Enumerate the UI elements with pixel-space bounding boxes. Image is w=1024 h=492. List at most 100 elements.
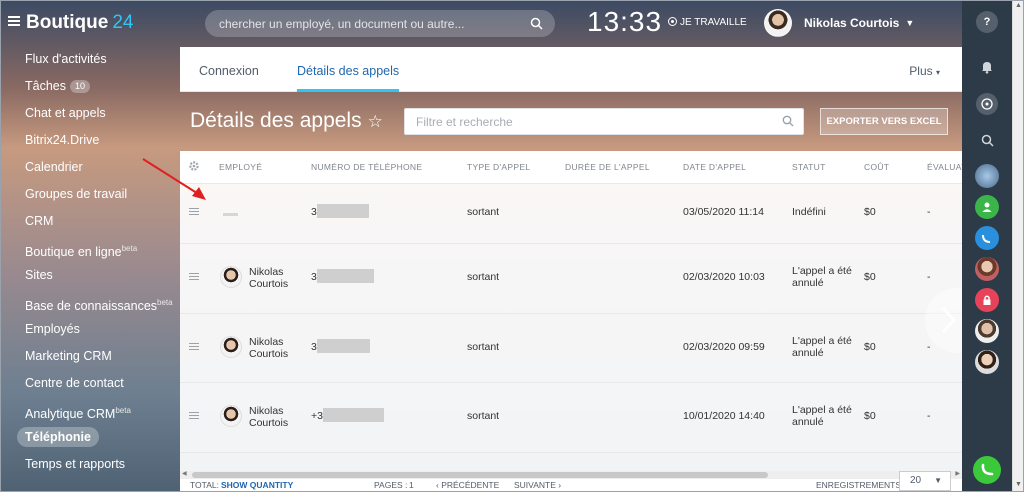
filter-search[interactable] — [404, 108, 804, 135]
drag-handle-icon[interactable] — [189, 343, 199, 352]
top-bar: Boutique24 13:33 JE TRAVAILLE Nikolas Co… — [0, 0, 962, 46]
employee-name[interactable]: Nikolas Courtois — [249, 405, 297, 429]
user-name: Nikolas Courtois — [804, 16, 900, 30]
phone-number: 3 — [311, 206, 317, 218]
next-page-button[interactable]: SUIVANTE › — [514, 480, 561, 490]
prev-page-button[interactable]: ‹ PRÉCÉDENTE — [436, 480, 499, 490]
sidebar-item-label: Centre de contact — [25, 376, 124, 390]
export-excel-button[interactable]: EXPORTER VERS EXCEL — [820, 108, 948, 135]
filter-input[interactable] — [405, 109, 765, 134]
avatar[interactable] — [220, 266, 242, 288]
sidebar-item-label: Flux d'activités — [25, 52, 107, 66]
sidebar-item[interactable]: CRM — [0, 208, 180, 235]
sidebar-item[interactable]: Marketing CRM — [0, 343, 180, 370]
main-panel: Connexion Détails des appels Plus ▾ Déta… — [180, 47, 962, 492]
sidebar-item-label: Analytique CRM — [25, 407, 116, 422]
employee-name[interactable]: Nikolas Courtois — [249, 266, 297, 290]
avatar[interactable] — [975, 257, 999, 281]
avatar — [764, 9, 792, 37]
global-search[interactable] — [205, 10, 555, 37]
sidebar-item[interactable]: Boutique en lignebeta — [0, 235, 180, 262]
show-quantity-link[interactable]: SHOW QUANTITY — [221, 480, 293, 490]
call-type: sortant — [467, 341, 500, 353]
phone-number: 3 — [311, 271, 317, 283]
avatar[interactable] — [975, 319, 999, 343]
work-status-icon — [668, 17, 677, 26]
redacted-phone — [323, 408, 384, 422]
sidebar-item[interactable]: Téléphonie — [0, 424, 180, 451]
sidebar-item[interactable]: Sites — [0, 262, 180, 289]
column-header[interactable]: EMPLOYÉ — [219, 162, 262, 172]
help-icon[interactable]: ? — [976, 11, 998, 33]
star-icon[interactable]: ☆ — [368, 112, 383, 132]
table-row[interactable]: Nikolas Courtois 3 sortant 02/03/2020 09… — [180, 314, 962, 383]
records-per-page-select[interactable]: 20 ▼ — [899, 471, 951, 491]
column-header[interactable]: TYPE D'APPEL — [467, 162, 530, 172]
employee-name[interactable]: Nikolas Courtois — [249, 336, 297, 360]
brand-logo[interactable]: Boutique 24 — [26, 12, 133, 34]
table-row[interactable]: Nikolas Courtois 3 sortant 02/03/2020 10… — [180, 244, 962, 314]
avatar[interactable] — [220, 405, 242, 427]
scroll-thumb[interactable] — [192, 472, 768, 478]
sidebar-item[interactable]: Tâches 10 — [0, 73, 180, 100]
sidebar-item[interactable]: Base de connaissancesbeta — [0, 289, 180, 316]
call-cost: $0 — [864, 271, 876, 283]
call-status: L'appel a été annulé — [792, 404, 852, 428]
call-cost: $0 — [864, 206, 876, 218]
column-header[interactable]: STATUT — [792, 162, 826, 172]
page-number[interactable]: 1 — [409, 480, 414, 490]
scroll-right-icon[interactable]: ▶ — [955, 470, 960, 477]
scroll-down-icon[interactable]: ▼ — [1015, 481, 1022, 488]
clock[interactable]: 13:33 — [587, 6, 662, 38]
search-icon[interactable] — [782, 115, 794, 130]
sidebar-item[interactable]: Employés — [0, 316, 180, 343]
lock-icon[interactable] — [975, 288, 999, 312]
column-header[interactable]: ÉVALUATI — [927, 162, 962, 172]
redacted-phone — [317, 339, 370, 353]
scroll-left-icon[interactable]: ◀ — [182, 470, 187, 477]
search-icon[interactable] — [976, 129, 998, 151]
sidebar-item[interactable]: Bitrix24.Drive — [0, 127, 180, 154]
drag-handle-icon[interactable] — [189, 273, 199, 282]
sidebar-item-label: CRM — [25, 214, 54, 228]
grid-header: EMPLOYÉ NUMÉRO DE TÉLÉPHONE TYPE D'APPEL… — [180, 151, 962, 184]
menu-icon[interactable] — [8, 16, 20, 26]
table-row[interactable]: Nikolas Courtois +3 sortant 10/01/2020 1… — [180, 383, 962, 453]
user-menu[interactable]: Nikolas Courtois ▼ — [764, 9, 914, 37]
table-row[interactable]: 3 sortant 03/05/2020 11:14 Indéfini $0 - — [180, 184, 962, 244]
column-header[interactable]: DURÉE DE L'APPEL — [565, 162, 650, 172]
sidebar-item[interactable]: Analytique CRMbeta — [0, 397, 180, 424]
work-status[interactable]: JE TRAVAILLE — [668, 17, 747, 28]
call-date: 03/05/2020 11:14 — [683, 206, 764, 218]
sidebar-item[interactable]: Flux d'activités — [0, 46, 180, 73]
call-date: 10/01/2020 14:40 — [683, 410, 765, 422]
column-header[interactable]: NUMÉRO DE TÉLÉPHONE — [311, 162, 422, 172]
column-header[interactable]: COÛT — [864, 162, 889, 172]
sidebar-item[interactable]: Centre de contact — [0, 370, 180, 397]
avatar[interactable] — [220, 336, 242, 358]
sidebar-item-label: Chat et appels — [25, 106, 106, 120]
drag-handle-icon[interactable] — [189, 412, 199, 421]
call-icon[interactable] — [973, 456, 1001, 484]
drag-handle-icon[interactable] — [189, 208, 199, 217]
scroll-up-icon[interactable]: ▲ — [1015, 2, 1022, 9]
chat-icon[interactable] — [976, 93, 998, 115]
page-scrollbar[interactable]: ▲ ▼ — [1012, 0, 1024, 492]
sidebar-item-label: Boutique en ligne — [25, 245, 122, 260]
call-rating: - — [927, 271, 931, 283]
avatar[interactable] — [975, 164, 999, 188]
avatar[interactable] — [975, 350, 999, 374]
horizontal-scrollbar[interactable]: ◀ ▶ — [180, 471, 962, 479]
user-icon[interactable] — [975, 195, 999, 219]
search-icon[interactable] — [530, 17, 543, 33]
search-input[interactable] — [205, 10, 525, 37]
phone-icon[interactable] — [975, 226, 999, 250]
call-date: 02/03/2020 10:03 — [683, 271, 765, 283]
column-header[interactable]: DATE D'APPEL — [683, 162, 746, 172]
more-button[interactable]: Plus ▾ — [909, 64, 940, 78]
sidebar-item[interactable]: Chat et appels — [0, 100, 180, 127]
bell-icon[interactable] — [976, 56, 998, 78]
tab-connexion[interactable]: Connexion — [199, 47, 259, 92]
sidebar-item[interactable]: Temps et rapports — [0, 451, 180, 478]
tab-call-details[interactable]: Détails des appels — [297, 47, 400, 92]
